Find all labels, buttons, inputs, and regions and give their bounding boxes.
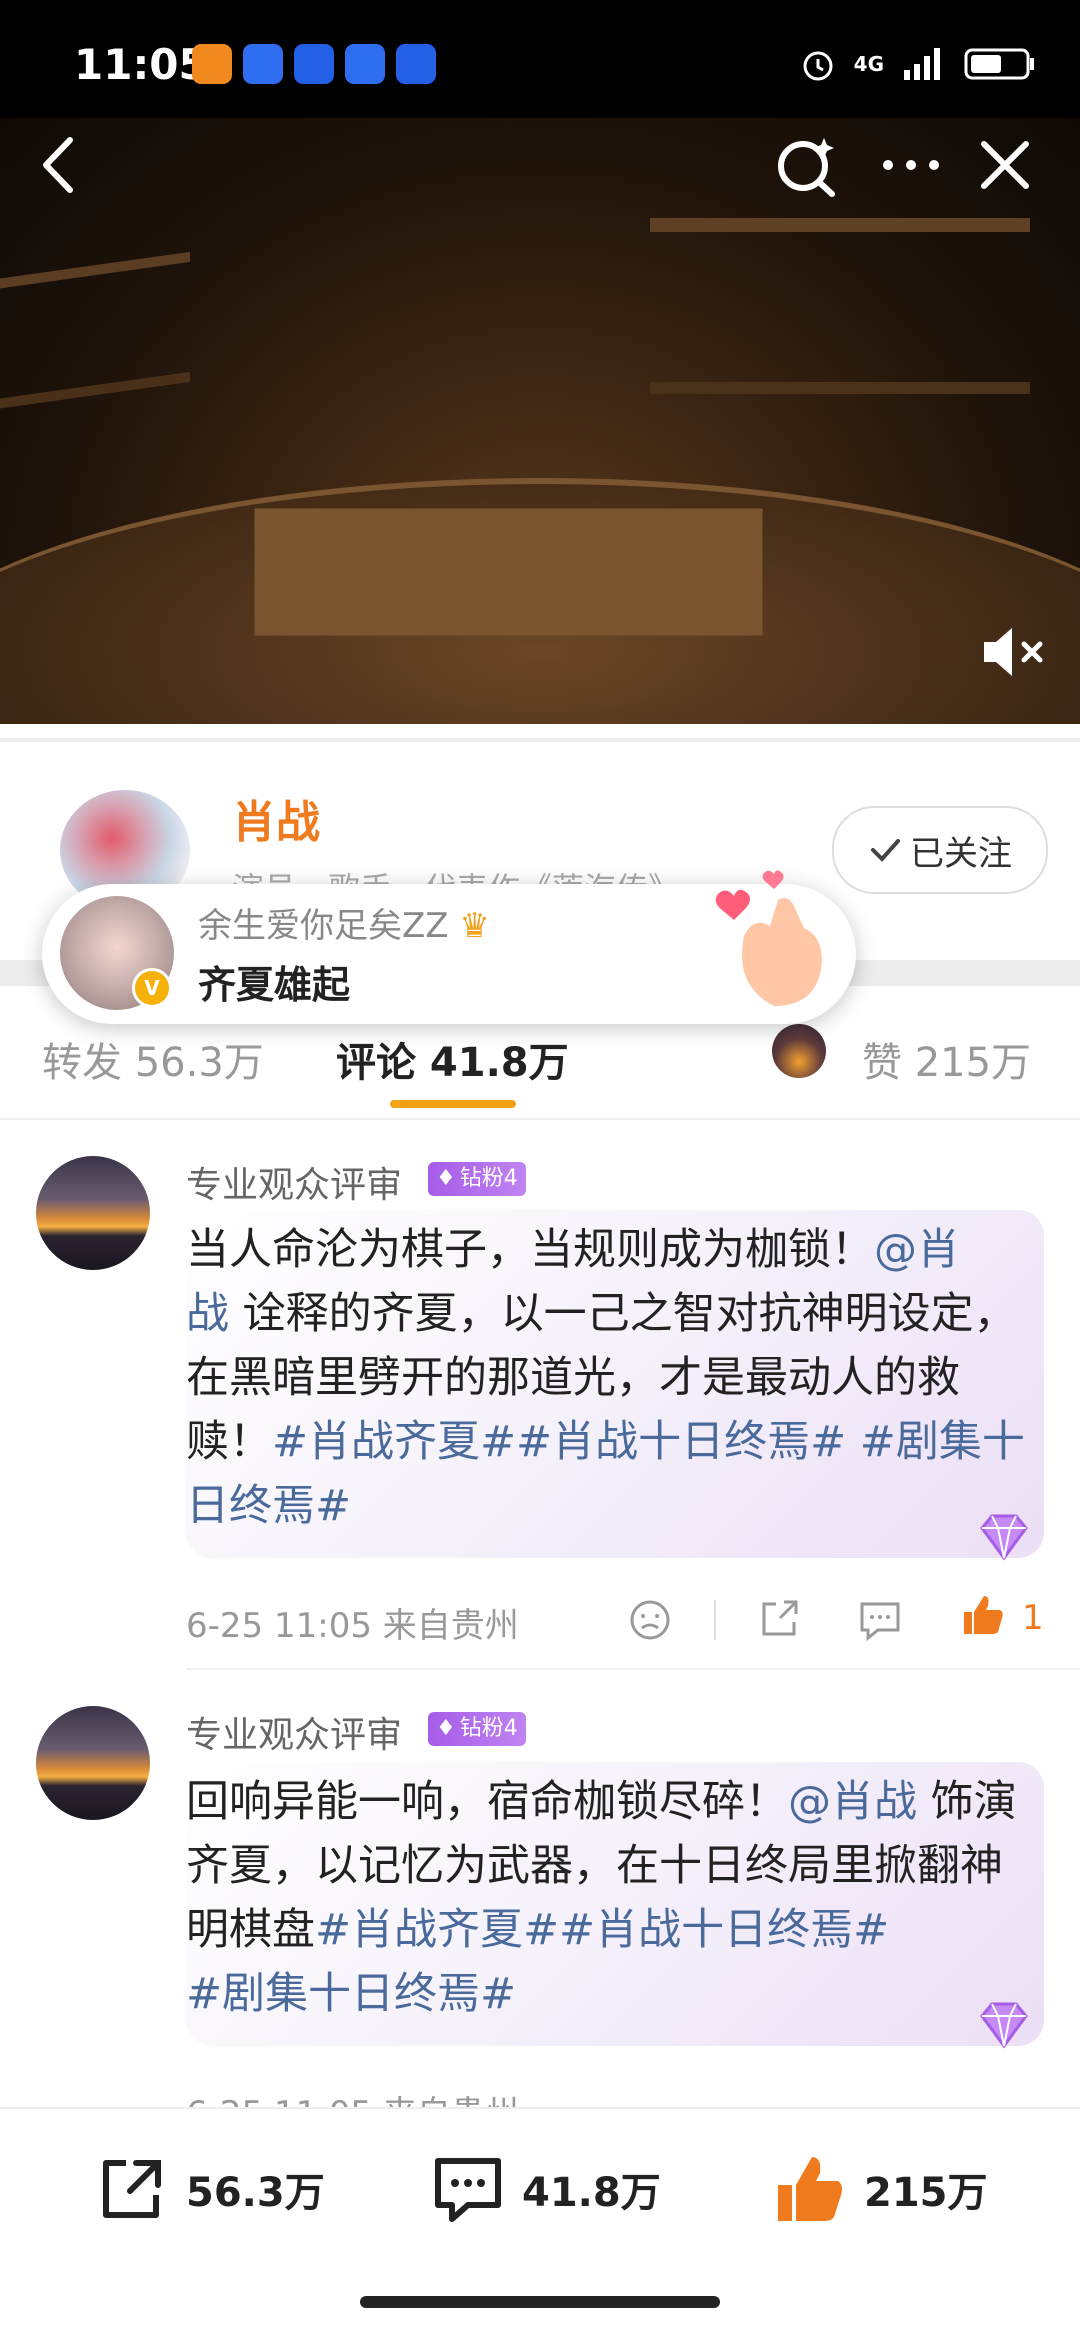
hashtag-link[interactable]: #肖战齐夏##肖战十日终焉#	[315, 1905, 889, 1955]
video-player[interactable]	[0, 118, 1080, 724]
more-dots-icon[interactable]	[876, 130, 946, 200]
comment-text: 当人命沦为棋子，当规则成为枷锁！@肖战 诠释的齐夏，以一己之智对抗神明设定，在黑…	[186, 1218, 1026, 1538]
signal-icon	[904, 48, 940, 80]
fan-badge-label: 钻粉4	[459, 1166, 518, 1191]
back-chevron-icon[interactable]	[34, 130, 84, 200]
diamond-icon: ♦	[436, 1166, 456, 1191]
gem-icon	[980, 2002, 1028, 2049]
comment-count: 41.8万	[522, 2170, 661, 2216]
tab-likes[interactable]: 赞 215万	[862, 1030, 1031, 1088]
popup-username-text: 余生爱你足矣ZZ	[198, 906, 449, 946]
app-cube-icon-2	[345, 44, 385, 84]
tab-active-indicator	[390, 1100, 516, 1108]
alarm-icon	[803, 51, 833, 81]
dislike-face-icon[interactable]	[626, 1596, 674, 1644]
author-name[interactable]: 肖战	[232, 786, 320, 850]
tab-repost[interactable]: 转发 56.3万	[42, 1030, 264, 1088]
tab-bar: 转发 56.3万 评论 41.8万 赞 215万	[0, 1012, 1080, 1120]
reply-icon[interactable]	[856, 1596, 904, 1644]
comment-meta: 6-25 11:05 来自贵州	[186, 1606, 519, 1646]
mention-link[interactable]: @肖战	[788, 1777, 917, 1827]
sparkle-search-icon[interactable]	[772, 130, 842, 200]
repost-button[interactable]: 56.3万	[92, 2149, 325, 2229]
tab-comments[interactable]: 评论 41.8万	[336, 1030, 569, 1088]
follow-button[interactable]: 已关注	[832, 806, 1048, 894]
network-type: 4G	[853, 52, 884, 76]
app-circle-icon-2	[396, 44, 436, 84]
home-indicator[interactable]	[360, 2296, 720, 2308]
app-cube-icon	[243, 44, 283, 84]
chair-left	[0, 251, 190, 415]
commenter-avatar[interactable]	[36, 1156, 150, 1270]
commenter-avatar[interactable]	[36, 1706, 150, 1820]
finger-heart-icon	[715, 870, 822, 1006]
repost-icon	[103, 2160, 161, 2218]
speaker-muted-icon[interactable]	[980, 624, 1046, 680]
comment-text: 回响异能一响，宿命枷锁尽碎！@肖战 饰演齐夏，以记忆为武器，在十日终局里掀翻神明…	[186, 1770, 1026, 2026]
comment-bubble: 回响异能一响，宿命枷锁尽碎！@肖战 饰演齐夏，以记忆为武器，在十日终局里掀翻神明…	[186, 1762, 1044, 2049]
popup-message: 齐夏雄起	[198, 963, 351, 1007]
fan-badge-label: 钻粉4	[459, 1716, 518, 1741]
status-time: 11:05	[74, 40, 208, 89]
comment-text-part	[846, 1417, 860, 1467]
like-count: 1	[1022, 1598, 1044, 1638]
comment-text-part: 当人命沦为棋子，当规则成为枷锁！	[186, 1225, 874, 1275]
liker-avatar	[772, 1024, 826, 1078]
divider	[714, 1600, 716, 1640]
popup-username: 余生爱你足矣ZZ ♛	[198, 898, 490, 947]
thumbs-up-icon[interactable]	[958, 1590, 1008, 1640]
comment-divider	[186, 1668, 1080, 1670]
commenter-name[interactable]: 专业观众评审	[186, 1156, 402, 1208]
like-button[interactable]: 215万	[770, 2149, 988, 2229]
mention-link[interactable]: 战	[186, 1289, 229, 1339]
fan-badge: ♦ 钻粉4	[428, 1712, 526, 1746]
app-heart-icon	[192, 44, 232, 84]
hashtag-link[interactable]: #剧集十日终焉#	[186, 1969, 516, 2019]
like-count-bottom: 215万	[864, 2170, 988, 2216]
comment-icon	[435, 2158, 501, 2222]
divider	[0, 738, 1080, 742]
gem-icon	[980, 1514, 1028, 1561]
fan-badge: ♦ 钻粉4	[428, 1162, 526, 1196]
commenter-name[interactable]: 专业观众评审	[186, 1706, 402, 1758]
mention-link[interactable]: @肖	[874, 1225, 960, 1275]
diamond-icon: ♦	[436, 1716, 456, 1741]
status-bar: 11:05 4G	[0, 0, 1080, 118]
gift-popup: V 余生爱你足矣ZZ ♛ 齐夏雄起	[42, 870, 856, 1024]
close-icon[interactable]	[970, 130, 1040, 200]
repost-count: 56.3万	[186, 2170, 325, 2216]
follow-label: 已关注	[910, 833, 1012, 874]
round-table	[0, 478, 1080, 724]
comment-bubble: 当人命沦为棋子，当规则成为枷锁！@肖战 诠释的齐夏，以一己之智对抗神明设定，在黑…	[186, 1210, 1044, 1561]
battery-icon	[964, 48, 1034, 80]
comment-text-part: 回响异能一响，宿命枷锁尽碎！	[186, 1777, 788, 1827]
like-icon	[778, 2157, 842, 2221]
crown-icon: ♛	[459, 906, 490, 946]
verified-badge-icon: V	[132, 968, 172, 1008]
chair-right	[650, 218, 1030, 394]
status-right: 4G	[800, 46, 1036, 82]
hashtag-link[interactable]: #肖战齐夏##肖战十日终焉#	[272, 1417, 846, 1467]
comment-button[interactable]: 41.8万	[428, 2149, 661, 2229]
share-icon[interactable]	[756, 1594, 804, 1642]
app-circle-icon	[294, 44, 334, 84]
check-icon	[871, 839, 900, 862]
